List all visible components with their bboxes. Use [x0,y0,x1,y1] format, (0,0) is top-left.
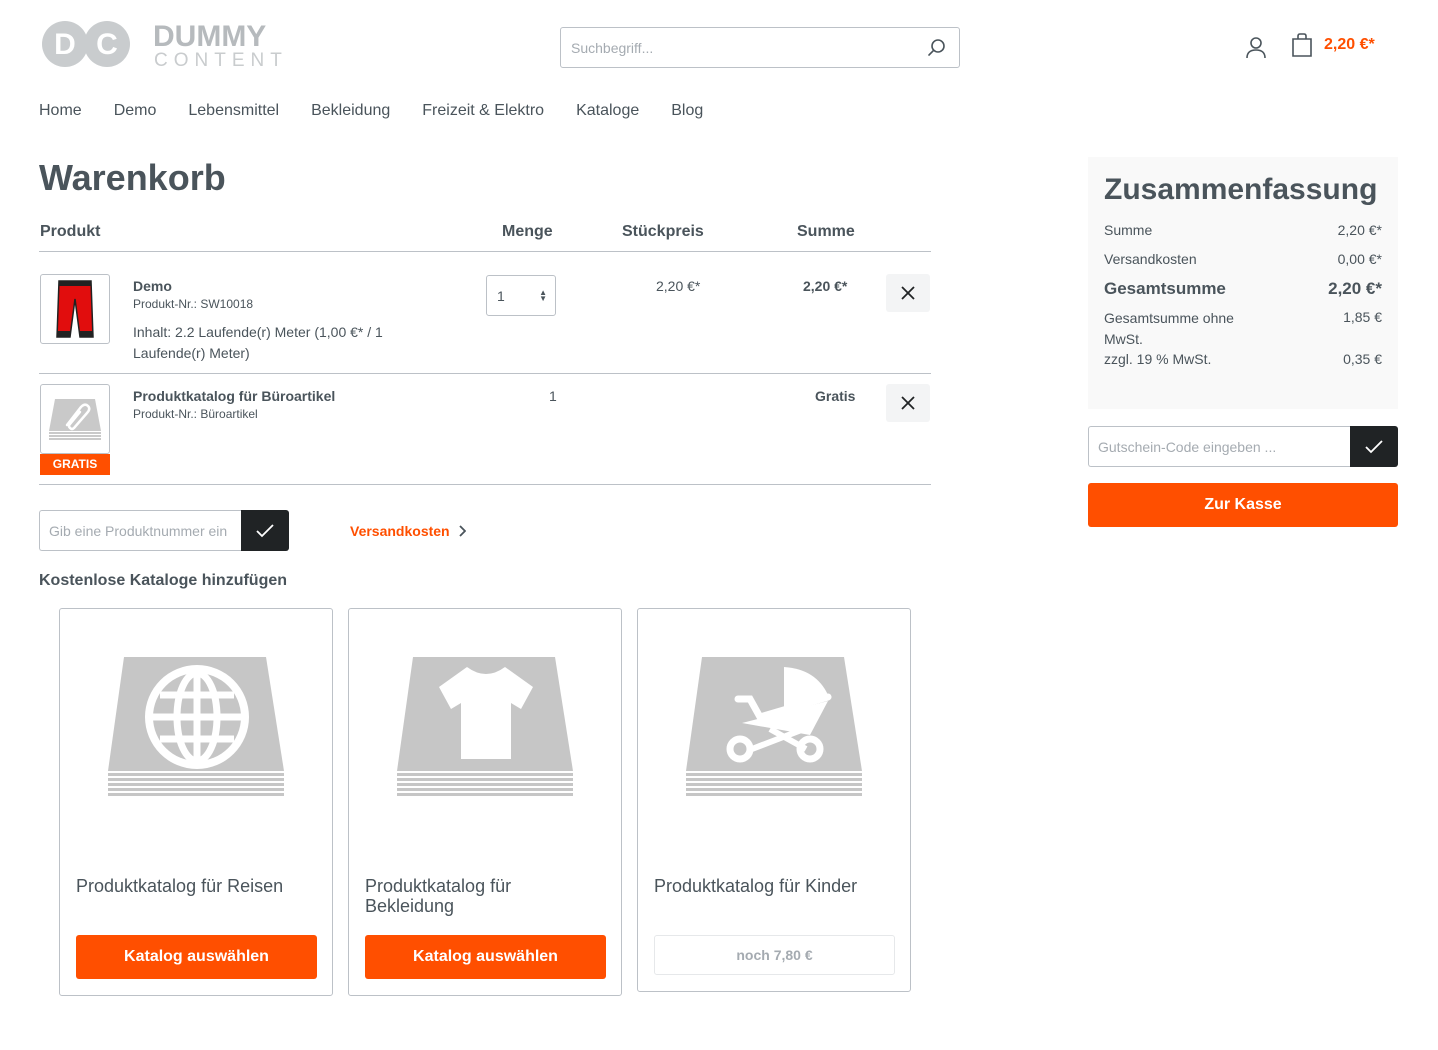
apply-voucher-button[interactable] [1350,426,1398,467]
globe-icon [108,657,284,796]
catalog-image[interactable] [108,655,286,801]
product-name[interactable]: Produktkatalog für Büroartikel [133,388,335,404]
column-header-quantity: Menge [502,223,553,240]
close-icon [901,286,915,300]
stroller-icon [686,657,862,796]
nav-item-lebensmittel[interactable]: Lebensmittel [188,102,279,120]
catalog-card: Produktkatalog für Kinder noch 7,80 € [637,608,911,992]
catalog-image[interactable] [397,655,575,801]
column-header-total: Summe [797,223,855,240]
product-sku: Produkt-Nr.: Büroartikel [133,407,258,421]
summary-subtotal-row: Summe 2,20 €* [1104,221,1382,240]
nav-item-kataloge[interactable]: Kataloge [576,102,639,120]
search-icon [928,38,945,56]
logo-line2: CONTENT [154,50,288,70]
remaining-amount-button: noch 7,80 € [654,935,895,975]
checkout-button[interactable]: Zur Kasse [1088,483,1398,527]
quantity-value: 1 [549,388,557,404]
cart-table-header: Produkt Menge Stückpreis Summe [39,220,931,252]
nav-item-bekleidung[interactable]: Bekleidung [311,102,390,120]
tax-value: 0,35 € [1343,351,1382,367]
summary-grand-total-row: Gesamtsumme 2,20 €* [1104,279,1382,298]
catalog-image[interactable] [686,655,864,801]
chevron-right-icon [458,525,466,537]
catalog-title[interactable]: Produktkatalog für Reisen [76,876,316,896]
paperclip-catalog-image [49,399,101,440]
quantity-value: 1 [497,287,505,304]
shipping-costs-link[interactable]: Versandkosten [350,523,466,539]
catalog-card: Produktkatalog für Bekleidung Katalog au… [348,608,622,996]
trousers-image [56,280,94,338]
shipping-label: Versandkosten [1104,251,1197,267]
remove-item-button[interactable] [886,274,930,312]
nav-item-blog[interactable]: Blog [671,102,703,120]
nav-item-demo[interactable]: Demo [114,102,157,120]
shirt-icon [397,657,573,796]
checkmark-icon [1365,439,1383,453]
nav-item-freizeit-elektro[interactable]: Freizeit & Elektro [422,102,544,120]
grand-total-value: 2,20 €* [1328,279,1382,298]
shipping-value: 0,00 €* [1337,251,1382,267]
summary-tax-row: zzgl. 19 % MwSt. 0,35 € [1104,350,1382,369]
cart-table: Produkt Menge Stückpreis Summe Demo Prod… [39,220,931,485]
catalog-section-heading: Kostenlose Kataloge hinzufügen [39,572,288,589]
shopping-bag-icon [1292,33,1312,57]
remove-item-button[interactable] [886,384,930,422]
summary-net-row: Gesamtsumme ohne MwSt. 1,85 € [1104,308,1382,350]
voucher-code-input[interactable] [1088,426,1350,467]
line-total: Gratis [815,388,856,404]
nav-item-home[interactable]: Home [39,102,82,120]
search-button[interactable] [915,28,959,67]
grand-total-label: Gesamtsumme [1104,279,1226,298]
select-catalog-button[interactable]: Katalog auswählen [76,935,317,979]
user-icon [1246,37,1266,59]
close-icon [901,396,915,410]
line-total: 2,20 €* [803,278,848,294]
unit-price: 2,20 €* [656,278,701,294]
shipping-costs-label: Versandkosten [350,523,450,539]
checkmark-icon [256,523,274,537]
cart-item: GRATIS Produktkatalog für Büroartikel Pr… [39,374,931,485]
order-summary: Zusammenfassung Summe 2,20 €* Versandkos… [1088,157,1398,409]
select-catalog-button[interactable]: Katalog auswählen [365,935,606,979]
cart-total: 2,20 €* [1324,36,1375,53]
subtotal-label: Summe [1104,222,1153,238]
quantity-select[interactable]: 1 ▲ ▼ [486,275,556,316]
add-product-form [39,510,289,551]
cart-item: Demo Produkt-Nr.: SW10018 Inhalt: 2.2 La… [39,252,931,374]
tax-label: zzgl. 19 % MwSt. [1104,351,1212,367]
net-total-value: 1,85 € [1343,309,1382,325]
add-product-button[interactable] [241,510,289,551]
search-bar [560,27,960,68]
catalog-card: Produktkatalog für Reisen Katalog auswäh… [59,608,333,996]
column-header-unit-price: Stückpreis [622,223,704,240]
subtotal-value: 2,20 €* [1337,222,1382,238]
summary-shipping-row: Versandkosten 0,00 €* [1104,250,1382,269]
logo-mark-d: D [54,28,76,61]
page-title: Warenkorb [39,157,226,198]
select-arrows-icon: ▲ ▼ [539,288,547,303]
logo-mark-c: C [96,28,118,61]
free-badge: GRATIS [40,454,110,475]
column-header-product: Produkt [40,223,101,240]
logo-line1: DUMMY [153,20,266,53]
shop-logo[interactable]: D C DUMMY CONTENT [39,18,289,71]
product-thumbnail[interactable] [40,274,110,344]
summary-title: Zusammenfassung [1104,173,1378,206]
product-content-info: Inhalt: 2.2 Laufende(r) Meter (1,00 €* /… [133,324,383,361]
account-button[interactable] [1242,34,1270,62]
cart-button[interactable]: 2,20 €* [1290,32,1375,58]
product-thumbnail[interactable] [40,384,110,454]
main-navigation: Home Demo Lebensmittel Bekleidung Freize… [39,102,703,120]
product-number-input[interactable] [39,510,241,551]
product-name[interactable]: Demo [133,278,172,294]
product-sku: Produkt-Nr.: SW10018 [133,297,254,311]
catalog-title[interactable]: Produktkatalog für Bekleidung [365,876,605,916]
voucher-form [1088,426,1398,467]
search-input[interactable] [561,28,915,67]
catalog-title[interactable]: Produktkatalog für Kinder [654,876,894,896]
net-total-label: Gesamtsumme ohne MwSt. [1104,310,1234,347]
